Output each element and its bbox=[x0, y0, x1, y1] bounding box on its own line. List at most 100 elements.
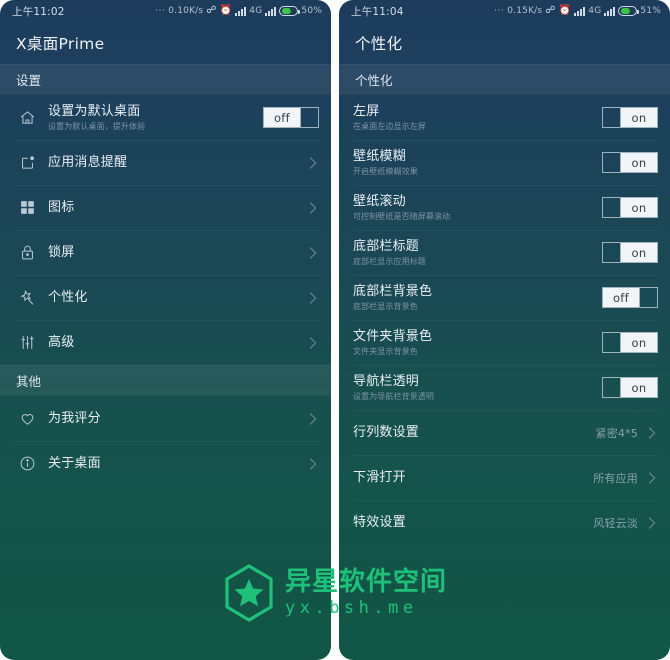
row-wallpaper-blur[interactable]: 壁纸模糊 开启壁纸模糊效果 on bbox=[339, 140, 670, 185]
row-about[interactable]: 关于桌面 bbox=[0, 441, 331, 486]
row-subtitle: 底部栏显示背景色 bbox=[353, 301, 418, 311]
row-subtitle: 设置为默认桌面，提升体验 bbox=[48, 121, 146, 131]
row-title: 关于桌面 bbox=[48, 455, 101, 471]
chevron-right-icon bbox=[305, 156, 319, 170]
network-type-label: 4G bbox=[249, 6, 263, 16]
screenshot-stage: 上午11:02 ··· 0.10K/s ☍ ⏰ 4G ⚡ 50% X桌面Prim… bbox=[0, 0, 670, 660]
row-lockscreen[interactable]: 锁屏 bbox=[0, 230, 331, 275]
more-dots-icon: ··· bbox=[155, 6, 166, 16]
row-left-screen[interactable]: 左屏 在桌面左边显示左屏 on bbox=[339, 95, 670, 140]
row-personalization[interactable]: 个性化 bbox=[0, 275, 331, 320]
toggle-label: on bbox=[621, 153, 657, 172]
row-subtitle: 设置为导航栏背景透明 bbox=[353, 391, 434, 401]
toggle-wallpaper-scroll[interactable]: on bbox=[602, 197, 658, 218]
section-header-settings: 设置 bbox=[0, 64, 331, 95]
battery-percent-label: 50% bbox=[301, 6, 322, 16]
home-icon bbox=[14, 109, 40, 126]
row-title: 行列数设置 bbox=[353, 424, 420, 440]
row-title: 为我评分 bbox=[48, 410, 101, 426]
status-bar-left: 上午11:02 ··· 0.10K/s ☍ ⏰ 4G ⚡ 50% bbox=[0, 0, 331, 22]
row-title: 图标 bbox=[48, 199, 75, 215]
network-speed-label: 0.15K/s bbox=[507, 6, 543, 16]
row-wallpaper-scroll[interactable]: 壁纸滚动 可控制壁纸是否随屏幕滚动 on bbox=[339, 185, 670, 230]
row-rate-us[interactable]: 为我评分 bbox=[0, 396, 331, 441]
toggle-label: on bbox=[621, 108, 657, 127]
row-app-notifications[interactable]: 应用消息提醒 bbox=[0, 140, 331, 185]
row-navbar-transparent[interactable]: 导航栏透明 设置为导航栏背景透明 on bbox=[339, 365, 670, 410]
row-advanced[interactable]: 高级 bbox=[0, 320, 331, 365]
chevron-right-icon bbox=[305, 201, 319, 215]
toggle-knob bbox=[603, 153, 621, 172]
row-dock-title[interactable]: 底部栏标题 底部栏显示应用标题 on bbox=[339, 230, 670, 275]
toggle-navbar-transparent[interactable]: on bbox=[602, 377, 658, 398]
row-subtitle: 在桌面左边显示左屏 bbox=[353, 121, 426, 131]
lock-icon bbox=[14, 244, 40, 261]
row-subtitle: 文件夹显示背景色 bbox=[353, 346, 418, 356]
row-folder-background-color[interactable]: 文件夹背景色 文件夹显示背景色 on bbox=[339, 320, 670, 365]
network-speed-label: 0.10K/s bbox=[168, 6, 204, 16]
row-subtitle: 开启壁纸模糊效果 bbox=[353, 166, 418, 176]
row-title: 高级 bbox=[48, 334, 75, 350]
row-subtitle: 底部栏显示应用标题 bbox=[353, 256, 426, 266]
row-title: 底部栏背景色 bbox=[353, 283, 433, 299]
row-effects-settings[interactable]: 特效设置 风轻云淡 bbox=[339, 500, 670, 545]
row-title: 导航栏透明 bbox=[353, 373, 420, 389]
section-header-personalization: 个性化 bbox=[339, 64, 670, 95]
status-time: 上午11:02 bbox=[12, 5, 65, 18]
status-time: 上午11:04 bbox=[351, 5, 404, 18]
toggle-wallpaper-blur[interactable]: on bbox=[602, 152, 658, 173]
notification-icon bbox=[14, 154, 40, 171]
toggle-label: on bbox=[621, 378, 657, 397]
toggle-knob bbox=[639, 288, 657, 307]
row-title: 设置为默认桌面 bbox=[48, 103, 141, 119]
bluetooth-icon: ☍ bbox=[545, 5, 556, 16]
app-title-right: 个性化 bbox=[355, 35, 403, 53]
row-title: 特效设置 bbox=[353, 514, 406, 530]
signal-bars-icon bbox=[235, 6, 247, 16]
section-header-other: 其他 bbox=[0, 365, 331, 396]
toggle-dock-background-color[interactable]: off bbox=[602, 287, 658, 308]
signal-bars-icon-2 bbox=[265, 6, 277, 16]
chevron-right-icon bbox=[644, 516, 658, 530]
row-title: 下滑打开 bbox=[353, 469, 406, 485]
toggle-label: on bbox=[621, 198, 657, 217]
toggle-knob bbox=[603, 108, 621, 127]
toggle-knob bbox=[603, 243, 621, 262]
row-swipe-down-action[interactable]: 下滑打开 所有应用 bbox=[339, 455, 670, 500]
signal-bars-icon bbox=[574, 6, 586, 16]
chevron-right-icon bbox=[305, 246, 319, 260]
row-title: 底部栏标题 bbox=[353, 238, 420, 254]
info-icon bbox=[14, 455, 40, 472]
grid-icon bbox=[14, 199, 40, 216]
toggle-knob bbox=[300, 108, 318, 127]
chevron-right-icon bbox=[305, 457, 319, 471]
network-type-label: 4G bbox=[588, 6, 602, 16]
phone-screenshot-left: 上午11:02 ··· 0.10K/s ☍ ⏰ 4G ⚡ 50% X桌面Prim… bbox=[0, 0, 331, 660]
more-dots-icon: ··· bbox=[494, 6, 505, 16]
toggle-folder-background-color[interactable]: on bbox=[602, 332, 658, 353]
heart-icon bbox=[14, 410, 40, 427]
toggle-left-screen[interactable]: on bbox=[602, 107, 658, 128]
toggle-set-default-launcher[interactable]: off bbox=[263, 107, 319, 128]
bluetooth-icon: ☍ bbox=[206, 5, 217, 16]
toggle-label: on bbox=[621, 243, 657, 262]
row-icons[interactable]: 图标 bbox=[0, 185, 331, 230]
signal-bars-icon-2 bbox=[604, 6, 616, 16]
alarm-icon: ⏰ bbox=[558, 5, 572, 16]
toggle-dock-title[interactable]: on bbox=[602, 242, 658, 263]
phone-screenshot-right: 上午11:04 ··· 0.15K/s ☍ ⏰ 4G ⚡ 51% 个性化 个性化… bbox=[339, 0, 670, 660]
chevron-right-icon bbox=[305, 336, 319, 350]
chevron-right-icon bbox=[644, 471, 658, 485]
row-subtitle: 可控制壁纸是否随屏幕滚动 bbox=[353, 211, 451, 221]
row-set-default-launcher[interactable]: 设置为默认桌面 设置为默认桌面，提升体验 off bbox=[0, 95, 331, 140]
row-dock-background-color[interactable]: 底部栏背景色 底部栏显示背景色 off bbox=[339, 275, 670, 320]
row-title: 锁屏 bbox=[48, 244, 75, 260]
row-title: 个性化 bbox=[48, 289, 88, 305]
row-title: 左屏 bbox=[353, 103, 380, 119]
row-title: 应用消息提醒 bbox=[48, 154, 128, 170]
chevron-right-icon bbox=[305, 291, 319, 305]
row-grid-size[interactable]: 行列数设置 紧密4*5 bbox=[339, 410, 670, 455]
toggle-knob bbox=[603, 333, 621, 352]
toggle-knob bbox=[603, 378, 621, 397]
chevron-right-icon bbox=[644, 426, 658, 440]
